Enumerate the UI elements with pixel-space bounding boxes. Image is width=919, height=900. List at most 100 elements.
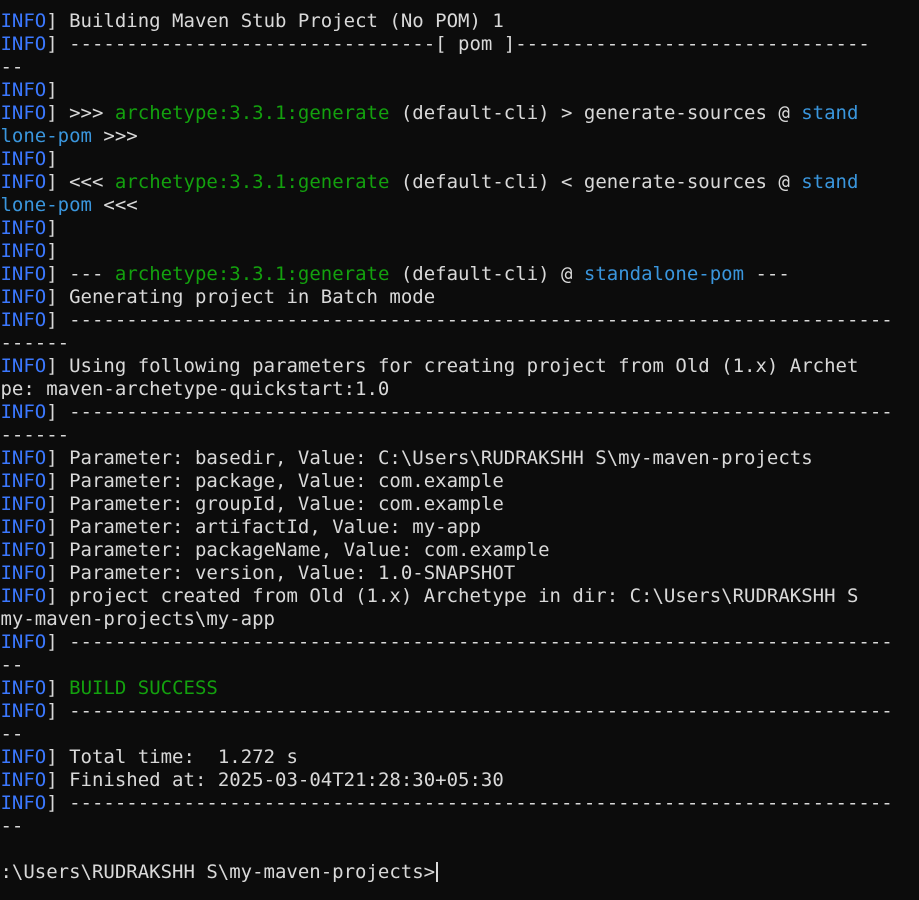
output-line: alone-pom >>> [0, 125, 919, 148]
info-tag: [INFO] [0, 401, 58, 423]
line-text: ----------------------------------------… [57, 700, 893, 722]
output-line: [INFO] --- archetype:3.3.1:generate (def… [0, 263, 919, 286]
output-line: --- [0, 0, 919, 10]
project-name: alone-pom [0, 194, 92, 216]
output-line: --- [0, 56, 919, 79]
output-line: \my-maven-projects\my-app [0, 608, 919, 631]
info-tag: [INFO] [0, 148, 58, 170]
project-name: stand [801, 171, 859, 193]
info-tag: [INFO] [0, 746, 58, 768]
project-name: standalone-pom [583, 263, 745, 285]
line-text: \my-maven-projects\my-app [0, 608, 275, 630]
output-line: [INFO] Generating project in Batch mode [0, 286, 919, 309]
line-text: ----------------------------------------… [57, 309, 893, 331]
line-text: Parameter: basedir, Value: C:\Users\RUDR… [57, 447, 813, 469]
output-line: [INFO] Parameter: packageName, Value: co… [0, 539, 919, 562]
info-tag: [INFO] [0, 355, 58, 377]
info-tag: [INFO] [0, 309, 58, 331]
output-line: [INFO] Building Maven Stub Project (No P… [0, 10, 919, 33]
info-tag: [INFO] [0, 585, 58, 607]
text-cursor [436, 862, 439, 882]
line-text: project created from Old (1.x) Archetype… [57, 585, 859, 607]
info-tag: [INFO] [0, 102, 58, 124]
info-tag: [INFO] [0, 562, 58, 584]
line-text: Parameter: artifactId, Value: my-app [57, 516, 481, 538]
info-tag: [INFO] [0, 447, 58, 469]
line-text: Parameter: package, Value: com.example [57, 470, 504, 492]
output-line: [INFO] ---------------------------------… [0, 401, 919, 424]
terminal-output[interactable]: --- [INFO] Building Maven Stub Project (… [0, 0, 919, 884]
line-text: ype: maven-archetype-quickstart:1.0 [0, 378, 390, 400]
info-tag: [INFO] [0, 539, 58, 561]
line-text: Parameter: packageName, Value: com.examp… [57, 539, 550, 561]
info-tag: [INFO] [0, 79, 58, 101]
info-tag: [INFO] [0, 171, 58, 193]
output-line: --- [0, 723, 919, 746]
command-prompt-line[interactable]: C:\Users\RUDRAKSHH S\my-maven-projects> [0, 861, 919, 884]
project-name: stand [801, 102, 859, 124]
output-line: ------- [0, 332, 919, 355]
output-line: [INFO] Total time: 1.272 s [0, 746, 919, 769]
line-text: --------------------------------[ pom ]-… [57, 33, 870, 55]
output-line: [INFO] --------------------------------[… [0, 33, 919, 56]
line-text: --- [0, 0, 23, 9]
output-line: [INFO] Parameter: basedir, Value: C:\Use… [0, 447, 919, 470]
line-text: Building Maven Stub Project (No POM) 1 [57, 10, 504, 32]
line-text: Total time: 1.272 s [57, 746, 298, 768]
output-line: [INFO] ---------------------------------… [0, 792, 919, 815]
output-line: [INFO] Using following parameters for cr… [0, 355, 919, 378]
output-line: [INFO] BUILD SUCCESS [0, 677, 919, 700]
line-text: ----------------------------------------… [57, 792, 893, 814]
line-text: Parameter: version, Value: 1.0-SNAPSHOT [57, 562, 516, 584]
output-line: [INFO] [0, 148, 919, 171]
line-text: ----------------------------------------… [57, 401, 893, 423]
line-text: Finished at: 2025-03-04T21:28:30+05:30 [57, 769, 504, 791]
prompt-path: C:\Users\RUDRAKSHH S\my-maven-projects> [0, 861, 436, 883]
line-text: ------- [0, 332, 70, 354]
output-line: [INFO] ---------------------------------… [0, 700, 919, 723]
build-success-text: BUILD SUCCESS [69, 677, 218, 699]
info-tag: [INFO] [0, 792, 58, 814]
output-line: [INFO] Parameter: version, Value: 1.0-SN… [0, 562, 919, 585]
output-line: ------- [0, 424, 919, 447]
line-text: --- [0, 654, 24, 676]
line-text: --- [0, 56, 24, 78]
output-line: [INFO] project created from Old (1.x) Ar… [0, 585, 919, 608]
line-text: Using following parameters for creating … [57, 355, 859, 377]
info-tag: [INFO] [0, 470, 58, 492]
goal-text: archetype:3.3.1:generate [114, 263, 390, 285]
info-tag: [INFO] [0, 516, 58, 538]
info-tag: [INFO] [0, 677, 58, 699]
line-text: --- [0, 815, 24, 837]
output-line: [INFO] Parameter: package, Value: com.ex… [0, 470, 919, 493]
line-text: --- [0, 723, 24, 745]
output-line: [INFO] ---------------------------------… [0, 631, 919, 654]
info-tag: [INFO] [0, 33, 58, 55]
output-line: [INFO] [0, 217, 919, 240]
line-text: Parameter: groupId, Value: com.example [57, 493, 504, 515]
output-line: [INFO] [0, 79, 919, 102]
output-line: [INFO] [0, 240, 919, 263]
goal-text: archetype:3.3.1:generate [114, 102, 390, 124]
info-tag: [INFO] [0, 263, 58, 285]
output-line: ype: maven-archetype-quickstart:1.0 [0, 378, 919, 401]
output-line: [INFO] Parameter: groupId, Value: com.ex… [0, 493, 919, 516]
info-tag: [INFO] [0, 240, 58, 262]
info-tag: [INFO] [0, 10, 58, 32]
output-line: --- [0, 654, 919, 677]
project-name: alone-pom [0, 125, 92, 147]
output-line: [INFO] ---------------------------------… [0, 309, 919, 332]
line-text: Generating project in Batch mode [57, 286, 436, 308]
info-tag: [INFO] [0, 631, 58, 653]
output-line: --- [0, 815, 919, 838]
output-line: [INFO] <<< archetype:3.3.1:generate (def… [0, 171, 919, 194]
info-tag: [INFO] [0, 217, 58, 239]
line-text: ------- [0, 424, 70, 446]
info-tag: [INFO] [0, 700, 58, 722]
info-tag: [INFO] [0, 493, 58, 515]
goal-text: archetype:3.3.1:generate [114, 171, 390, 193]
output-line: [INFO] Parameter: artifactId, Value: my-… [0, 516, 919, 539]
output-line: alone-pom <<< [0, 194, 919, 217]
output-line: [INFO] Finished at: 2025-03-04T21:28:30+… [0, 769, 919, 792]
